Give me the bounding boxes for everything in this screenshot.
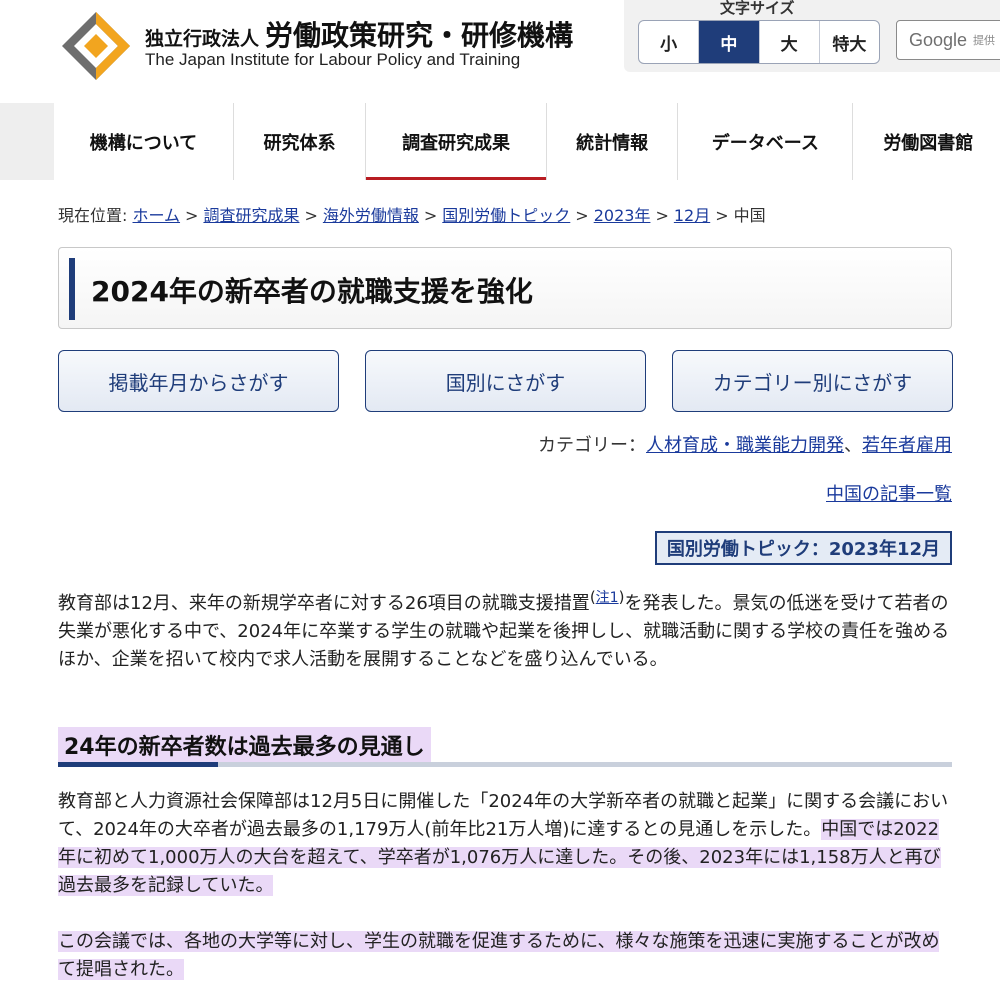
- font-size-label: 文字サイズ: [720, 0, 795, 17]
- article-title-box: 2024年の新卒者の就職支援を強化: [58, 247, 952, 329]
- org-name-main: 労働政策研究・研修機構: [265, 19, 574, 52]
- font-size-medium-button[interactable]: 中: [699, 21, 760, 63]
- breadcrumb: 現在位置: ホーム > 調査研究成果 > 海外労働情報 > 国別労働トピック >2023年 >1…: [58, 206, 766, 225]
- country-articles-link[interactable]: 中国の記事一覧: [826, 480, 952, 506]
- nav-item-statistics[interactable]: 統計情報: [547, 103, 679, 180]
- font-size-selector: 小 中 大 特大: [638, 20, 880, 64]
- nav-item-library[interactable]: 労働図書館: [853, 103, 1000, 180]
- breadcrumb-research-results[interactable]: 調査研究成果: [203, 206, 299, 225]
- main-nav: 機構について 研究体系 調査研究成果 統計情報 データベース 労働図書館: [54, 103, 1000, 180]
- paragraph-3: この会議では、各地の大学等に対し、学生の就職を促進するために、様々な施策を迅速に…: [58, 928, 952, 984]
- breadcrumb-prefix: 現在位置:: [58, 206, 128, 225]
- search-by-country-button[interactable]: 国別にさがす: [365, 350, 646, 412]
- category-separator: 、: [844, 435, 862, 456]
- lead-text-before: 教育部は12月、来年の新規学卒者に対する26項目の就職支援措置: [58, 593, 590, 614]
- paragraph-2-text: 教育部と人力資源社会保障部は12月5日に開催した「2024年の大学新卒者の就職と…: [58, 791, 949, 840]
- site-header: 独立行政法人 労働政策研究・研修機構 The Japan Institute fo…: [0, 0, 1000, 100]
- font-size-panel: 文字サイズ 小 中 大 特大 Google 提供: [624, 0, 1000, 72]
- search-by-date-button[interactable]: 掲載年月からさがす: [58, 350, 339, 412]
- nav-item-research-results[interactable]: 調査研究成果: [366, 103, 547, 180]
- section-heading-text: 24年の新卒者数は過去最多の見通し: [58, 727, 431, 763]
- font-size-small-button[interactable]: 小: [639, 21, 700, 63]
- category-link-youth[interactable]: 若年者雇用: [862, 435, 952, 456]
- category-label: カテゴリー：: [538, 435, 646, 456]
- paragraph-2: 教育部と人力資源社会保障部は12月5日に開催した「2024年の大学新卒者の就職と…: [58, 788, 952, 900]
- breadcrumb-current: 中国: [733, 206, 766, 225]
- breadcrumb-year[interactable]: 2023年: [594, 206, 651, 225]
- nav-item-research-system[interactable]: 研究体系: [234, 103, 367, 180]
- breadcrumb-home[interactable]: ホーム: [133, 206, 181, 225]
- nav-item-database[interactable]: データベース: [678, 103, 854, 180]
- breadcrumb-overseas-labour[interactable]: 海外労働情報: [323, 206, 419, 225]
- search-by-category-button[interactable]: カテゴリー別にさがす: [672, 350, 953, 412]
- jil-diamond-logo-icon[interactable]: [60, 10, 132, 82]
- google-suffix: 提供: [973, 34, 996, 47]
- paragraph-3-highlight: この会議では、各地の大学等に対し、学生の就職を促進するために、様々な施策を迅速に…: [58, 931, 940, 980]
- title-accent-bar: [69, 258, 75, 320]
- lead-paragraph: 教育部は12月、来年の新規学卒者に対する26項目の就職支援措置(注1)を発表した…: [58, 588, 950, 670]
- font-size-xlarge-button[interactable]: 特大: [820, 21, 879, 63]
- google-search-input[interactable]: Google 提供: [896, 20, 1000, 60]
- note-1-link[interactable]: 注1: [596, 590, 619, 606]
- org-name[interactable]: 独立行政法人 労働政策研究・研修機構: [145, 14, 573, 54]
- font-size-large-button[interactable]: 大: [760, 21, 820, 63]
- google-brand: Google: [909, 29, 968, 50]
- breadcrumb-month[interactable]: 12月: [674, 206, 710, 225]
- page-title: 2024年の新卒者の就職支援を強化: [91, 275, 533, 308]
- category-link-skills[interactable]: 人材育成・職業能力開発: [646, 435, 844, 456]
- org-type: 独立行政法人: [145, 28, 260, 50]
- nav-item-about[interactable]: 機構について: [54, 103, 234, 180]
- section-underline: [58, 762, 952, 767]
- breadcrumb-country-topics[interactable]: 国別労働トピック: [442, 206, 570, 225]
- topic-badge: 国別労働トピック：2023年12月: [654, 531, 952, 565]
- org-name-en: The Japan Institute for Labour Policy an…: [145, 50, 521, 69]
- category-line: カテゴリー：人材育成・職業能力開発、若年者雇用: [538, 431, 952, 457]
